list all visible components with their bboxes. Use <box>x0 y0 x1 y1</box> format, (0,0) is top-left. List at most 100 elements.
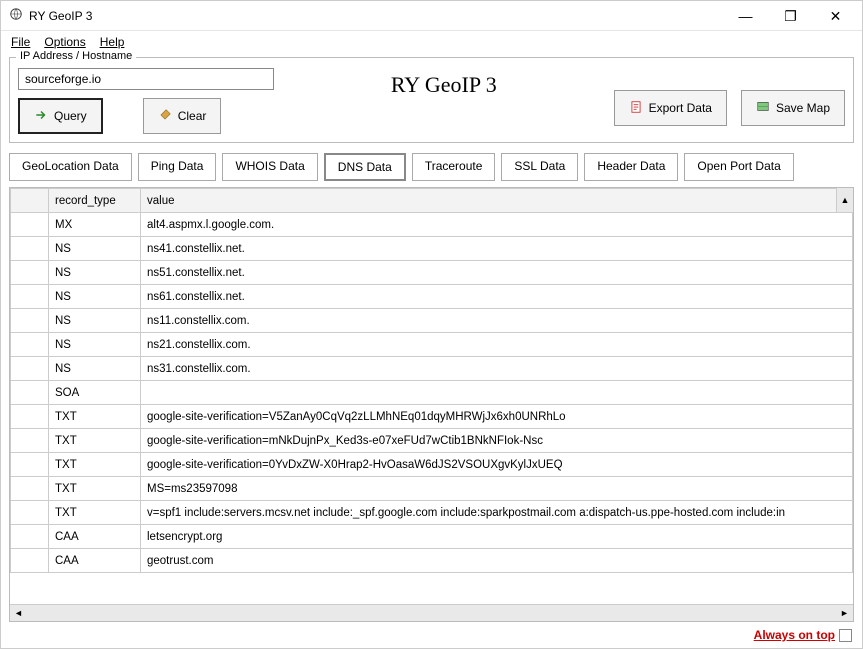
titlebar: RY GeoIP 3 — ❐ ✕ <box>1 1 862 31</box>
column-header[interactable]: value <box>141 189 853 213</box>
record-type-cell: TXT <box>49 501 141 525</box>
table-row[interactable]: NSns51.constellix.net. <box>11 261 853 285</box>
row-selector[interactable] <box>11 429 49 453</box>
record-type-cell: TXT <box>49 453 141 477</box>
record-type-cell: TXT <box>49 477 141 501</box>
scroll-left-button[interactable]: ◄ <box>10 605 27 622</box>
value-cell: ns51.constellix.net. <box>141 261 853 285</box>
record-type-cell: TXT <box>49 429 141 453</box>
tab-open-port-data[interactable]: Open Port Data <box>684 153 793 181</box>
value-cell <box>141 381 853 405</box>
record-type-cell: CAA <box>49 525 141 549</box>
table-row[interactable]: TXTgoogle-site-verification=V5ZanAy0CqVq… <box>11 405 853 429</box>
value-cell: ns41.constellix.net. <box>141 237 853 261</box>
value-cell: v=spf1 include:servers.mcsv.net include:… <box>141 501 853 525</box>
menu-help[interactable]: Help <box>100 35 125 49</box>
pdf-icon <box>629 100 643 117</box>
table-row[interactable]: SOA <box>11 381 853 405</box>
query-button[interactable]: Query <box>18 98 103 134</box>
table-row[interactable]: NSns11.constellix.com. <box>11 309 853 333</box>
row-selector[interactable] <box>11 333 49 357</box>
tab-header-data[interactable]: Header Data <box>584 153 678 181</box>
menu-options[interactable]: Options <box>44 35 85 49</box>
tab-ping-data[interactable]: Ping Data <box>138 153 217 181</box>
arrow-right-icon <box>34 108 48 125</box>
query-button-label: Query <box>54 109 87 123</box>
row-selector[interactable] <box>11 237 49 261</box>
value-cell: ns21.constellix.com. <box>141 333 853 357</box>
row-selector[interactable] <box>11 405 49 429</box>
table-row[interactable]: TXTgoogle-site-verification=mNkDujnPx_Ke… <box>11 429 853 453</box>
scroll-up-button[interactable]: ▲ <box>836 188 853 212</box>
row-selector[interactable] <box>11 549 49 573</box>
row-selector[interactable] <box>11 261 49 285</box>
row-selector[interactable] <box>11 213 49 237</box>
record-type-cell: TXT <box>49 405 141 429</box>
record-type-cell: NS <box>49 237 141 261</box>
export-data-button-label: Export Data <box>649 101 712 115</box>
map-icon <box>756 100 770 117</box>
table-row[interactable]: NSns61.constellix.net. <box>11 285 853 309</box>
minimize-button[interactable]: — <box>723 2 768 30</box>
value-cell: google-site-verification=mNkDujnPx_Ked3s… <box>141 429 853 453</box>
horizontal-scrollbar[interactable]: ◄ ► <box>10 604 853 621</box>
value-cell: ns11.constellix.com. <box>141 309 853 333</box>
record-type-cell: SOA <box>49 381 141 405</box>
record-type-cell: NS <box>49 285 141 309</box>
window-title: RY GeoIP 3 <box>29 9 92 23</box>
column-header[interactable] <box>11 189 49 213</box>
value-cell: ns61.constellix.net. <box>141 285 853 309</box>
value-cell: letsencrypt.org <box>141 525 853 549</box>
save-map-button[interactable]: Save Map <box>741 90 845 126</box>
dns-table: record_typevalue MXalt4.aspmx.l.google.c… <box>9 187 854 622</box>
fieldset-legend: IP Address / Hostname <box>16 50 136 62</box>
export-data-button[interactable]: Export Data <box>614 90 727 126</box>
record-type-cell: NS <box>49 261 141 285</box>
window-controls: — ❐ ✕ <box>723 2 858 30</box>
table-row[interactable]: MXalt4.aspmx.l.google.com. <box>11 213 853 237</box>
scroll-right-button[interactable]: ► <box>836 605 853 622</box>
tab-traceroute[interactable]: Traceroute <box>412 153 496 181</box>
footer: Always on top <box>1 624 862 648</box>
tab-geolocation-data[interactable]: GeoLocation Data <box>9 153 132 181</box>
table-row[interactable]: NSns41.constellix.net. <box>11 237 853 261</box>
value-cell: google-site-verification=V5ZanAy0CqVq2zL… <box>141 405 853 429</box>
value-cell: MS=ms23597098 <box>141 477 853 501</box>
value-cell: geotrust.com <box>141 549 853 573</box>
clear-button-label: Clear <box>178 109 207 123</box>
row-selector[interactable] <box>11 501 49 525</box>
always-on-top-link[interactable]: Always on top <box>754 628 835 642</box>
value-cell: google-site-verification=0YvDxZW-X0Hrap2… <box>141 453 853 477</box>
menu-file[interactable]: File <box>11 35 30 49</box>
table-row[interactable]: TXTv=spf1 include:servers.mcsv.net inclu… <box>11 501 853 525</box>
row-selector[interactable] <box>11 309 49 333</box>
tab-whois-data[interactable]: WHOIS Data <box>222 153 317 181</box>
always-on-top-checkbox[interactable] <box>839 629 852 642</box>
tab-ssl-data[interactable]: SSL Data <box>501 153 578 181</box>
row-selector[interactable] <box>11 381 49 405</box>
record-type-cell: NS <box>49 333 141 357</box>
value-cell: ns31.constellix.com. <box>141 357 853 381</box>
row-selector[interactable] <box>11 453 49 477</box>
tab-dns-data[interactable]: DNS Data <box>324 153 406 181</box>
table-row[interactable]: TXTgoogle-site-verification=0YvDxZW-X0Hr… <box>11 453 853 477</box>
row-selector[interactable] <box>11 285 49 309</box>
record-type-cell: NS <box>49 357 141 381</box>
row-selector[interactable] <box>11 525 49 549</box>
table-row[interactable]: CAAletsencrypt.org <box>11 525 853 549</box>
table-row[interactable]: TXTMS=ms23597098 <box>11 477 853 501</box>
close-button[interactable]: ✕ <box>813 2 858 30</box>
table-row[interactable]: NSns21.constellix.com. <box>11 333 853 357</box>
page-title: RY GeoIP 3 <box>286 68 602 98</box>
row-selector[interactable] <box>11 357 49 381</box>
table-row[interactable]: NSns31.constellix.com. <box>11 357 853 381</box>
maximize-button[interactable]: ❐ <box>768 2 813 30</box>
input-fieldset: IP Address / Hostname Query Clear RY <box>9 57 854 143</box>
row-selector[interactable] <box>11 477 49 501</box>
hostname-input[interactable] <box>18 68 274 90</box>
record-type-cell: MX <box>49 213 141 237</box>
globe-icon <box>9 7 23 24</box>
column-header[interactable]: record_type <box>49 189 141 213</box>
clear-button[interactable]: Clear <box>143 98 222 134</box>
table-row[interactable]: CAAgeotrust.com <box>11 549 853 573</box>
